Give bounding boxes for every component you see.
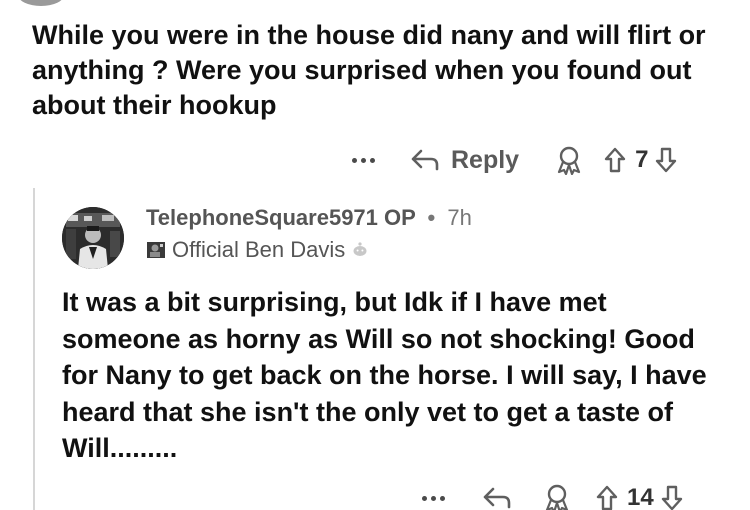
user-flair: Official Ben Davis: [146, 237, 369, 263]
more-horizontal-icon: [422, 495, 427, 501]
comment-timestamp: 7h: [447, 205, 472, 230]
author-username[interactable]: TelephoneSquare5971: [146, 205, 378, 230]
op-badge: OP: [384, 205, 416, 230]
award-icon: [557, 146, 581, 175]
reply-arrow-icon: [483, 487, 511, 509]
more-horizontal-icon: [352, 157, 357, 163]
upvote-button[interactable]: [595, 484, 619, 510]
reply-button[interactable]: [481, 485, 513, 510]
downvote-arrow-icon: [661, 485, 682, 510]
award-button[interactable]: [543, 483, 571, 510]
reply-label: Reply: [451, 145, 520, 174]
parent-avatar-partial[interactable]: [18, 0, 64, 6]
upvote-arrow-icon: [596, 485, 618, 510]
reply-arrow-icon: [411, 149, 439, 171]
downvote-arrow-icon: [656, 147, 677, 173]
award-icon: [545, 484, 569, 510]
snoo-emoji-icon: [353, 242, 367, 256]
meta-separator: •: [427, 205, 436, 230]
upvote-arrow-icon: [604, 147, 626, 173]
reply-comment-body: It was a bit surprising, but Idk if I ha…: [62, 287, 707, 463]
flair-text: Official Ben Davis: [172, 237, 346, 262]
more-options-button[interactable]: [418, 483, 449, 510]
upvote-button[interactable]: [603, 146, 627, 174]
vote-count: 14: [627, 484, 654, 510]
downvote-button[interactable]: [660, 484, 684, 510]
downvote-button[interactable]: [654, 146, 678, 174]
parent-comment-body: While you were in the house did nany and…: [32, 20, 706, 120]
thread-line[interactable]: [33, 188, 35, 510]
more-options-button[interactable]: [348, 145, 379, 175]
avatar[interactable]: [62, 207, 124, 269]
award-button[interactable]: [555, 145, 583, 175]
vote-count: 7: [635, 146, 649, 173]
reply-comment-actions: 14: [418, 478, 684, 510]
reply-button[interactable]: Reply: [409, 146, 519, 175]
flair-badge-icon: [147, 242, 165, 258]
comment-thread: While you were in the house did nany and…: [0, 0, 750, 510]
comment-author-line: TelephoneSquare5971 OP • 7h: [146, 205, 472, 231]
parent-comment-actions: Reply 7: [348, 140, 678, 180]
